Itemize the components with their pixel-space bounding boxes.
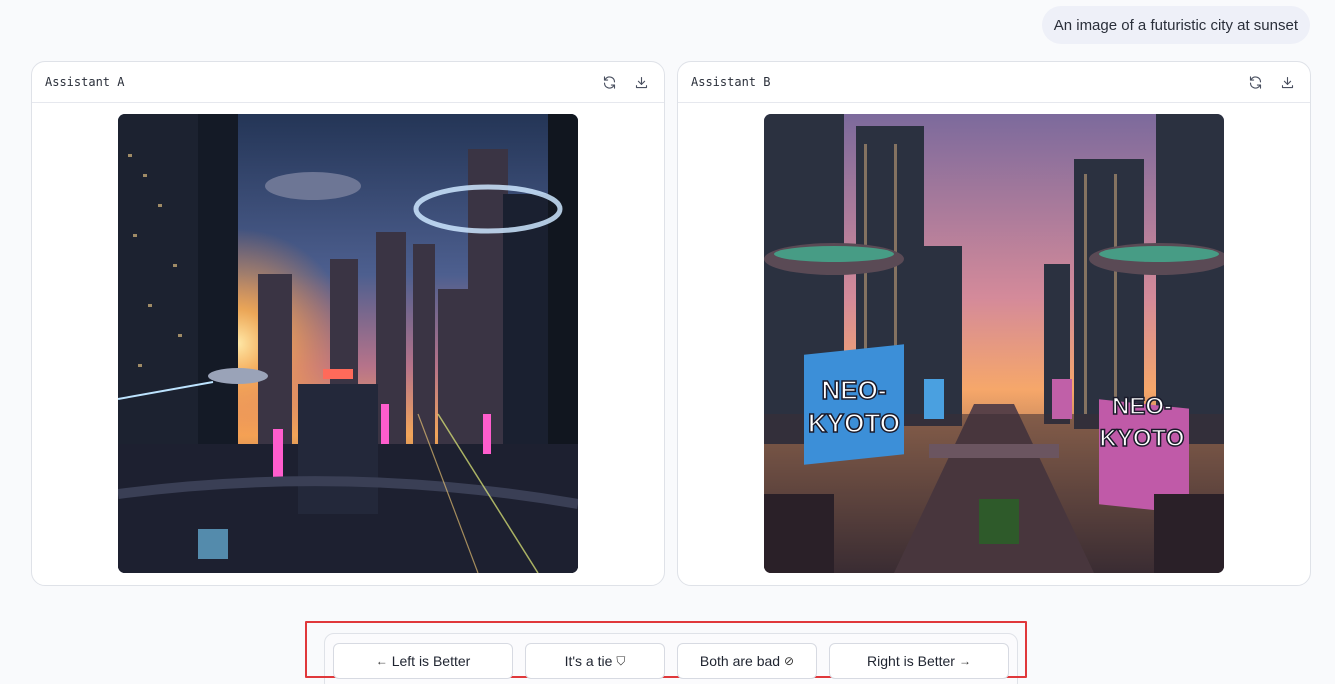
right-billboard-line-2: KYOTO [1100,425,1185,452]
assistant-a-panel: Assistant A [31,61,665,586]
arrow-right-icon: → [958,654,971,668]
user-prompt-text: An image of a futuristic city at sunset [1053,16,1298,34]
assistant-b-title: Assistant B [691,75,771,89]
assistant-b-download-button[interactable] [1278,73,1296,91]
assistant-b-header: Assistant B [678,62,1310,103]
left-billboard-line-2: KYOTO [808,408,900,438]
both-bad-button[interactable]: Both are bad ⊘ [677,643,817,679]
user-prompt-bubble: An image of a futuristic city at sunset [1041,6,1310,44]
right-is-better-label: Right is Better [867,653,955,669]
left-is-better-button[interactable]: ← Left is Better [333,643,513,679]
generated-image-futuristic-city [118,114,578,573]
ban-icon: ⊘ [784,654,795,668]
assistant-b-panel: Assistant B NEO- KYOTO NEO- KYOTO [677,61,1311,586]
assistant-b-regenerate-button[interactable] [1246,73,1264,91]
assistant-b-image[interactable]: NEO- KYOTO NEO- KYOTO [764,114,1224,573]
right-billboard-line-1: NEO- [1112,393,1172,420]
generated-image-neo-kyoto: NEO- KYOTO NEO- KYOTO [764,114,1224,573]
assistant-a-header: Assistant A [32,62,664,103]
tie-button[interactable]: It's a tie ⛉ [525,643,665,679]
refresh-icon [603,75,615,89]
assistant-a-download-button[interactable] [632,73,650,91]
refresh-icon [1249,75,1261,89]
right-is-better-button[interactable]: Right is Better → [829,643,1009,679]
assistant-a-image[interactable] [118,114,578,573]
assistant-a-regenerate-button[interactable] [600,73,618,91]
both-bad-label: Both are bad [699,653,781,669]
assistant-a-title: Assistant A [45,75,125,89]
handshake-icon: ⛉ [616,653,626,668]
arrow-left-icon: ← [375,654,388,668]
download-icon [1281,76,1293,88]
tie-label: It's a tie [564,653,613,669]
download-icon [635,76,647,88]
left-billboard-line-1: NEO- [822,375,887,405]
left-is-better-label: Left is Better [391,653,471,669]
